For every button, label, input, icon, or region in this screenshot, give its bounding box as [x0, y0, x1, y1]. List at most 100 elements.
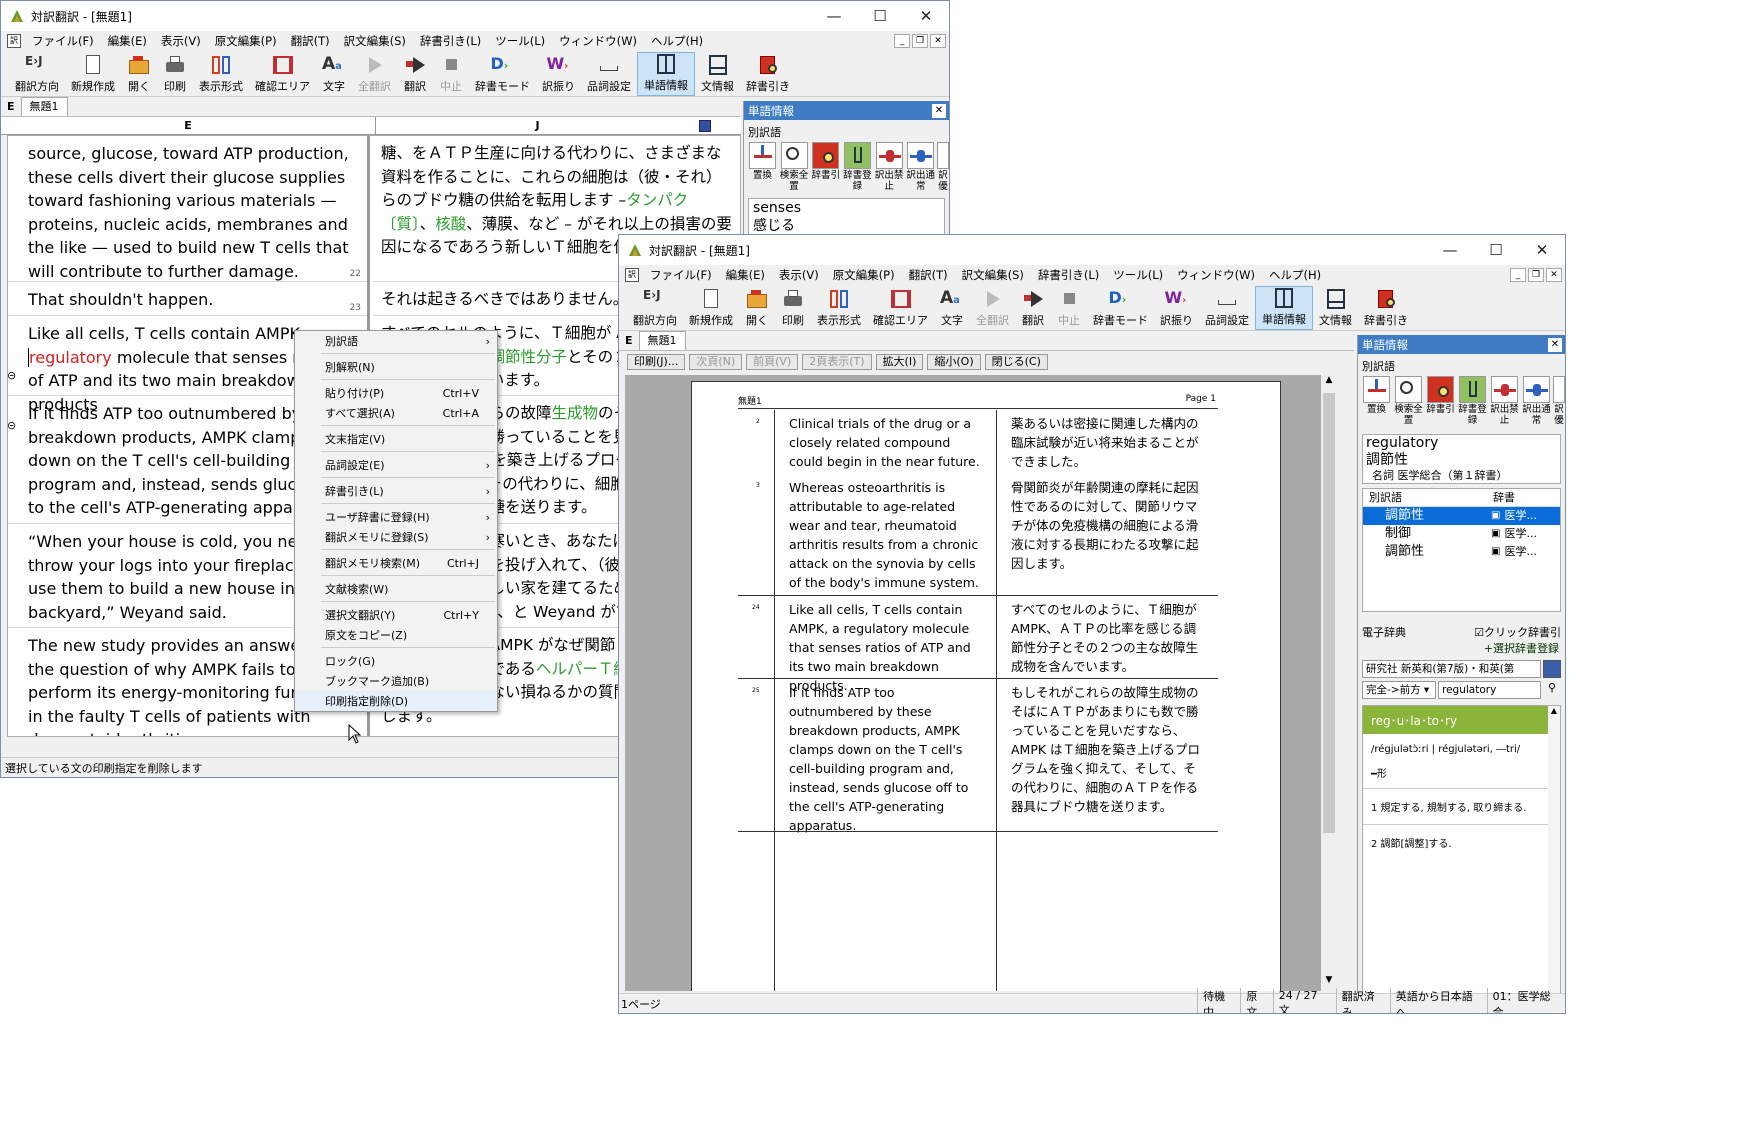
entry-scrollbar[interactable]: ▲ — [1548, 706, 1560, 1000]
new-button[interactable]: 新規作成 — [65, 52, 121, 96]
minimize-icon[interactable]: — — [1427, 241, 1473, 259]
menu-target-edit[interactable]: 訳文編集(S) — [337, 33, 413, 49]
sentence-info-button[interactable]: 文情報 — [1313, 286, 1358, 330]
new-button[interactable]: 新規作成 — [683, 286, 739, 330]
menu-window[interactable]: ウィンドウ(W) — [1170, 267, 1262, 283]
preview-button[interactable]: 拡大(I) — [875, 354, 924, 370]
print-button[interactable]: 印刷 — [775, 286, 811, 330]
dict-register-button[interactable]: 辞書登録 — [842, 142, 873, 192]
sentence-info-button[interactable]: 文情報 — [695, 52, 740, 96]
open-button[interactable]: 開く — [739, 286, 775, 330]
context-menu-item[interactable]: すべて選択(A) Ctrl+A — [295, 403, 497, 423]
tab-untitled[interactable]: 無題1 — [20, 97, 68, 116]
dictionary-mode-button[interactable]: D› 辞書モード — [1087, 286, 1154, 330]
context-menu-item[interactable]: 印刷指定削除(D) — [295, 691, 497, 711]
menu-view[interactable]: 表示(V) — [772, 267, 826, 283]
segment-1-en[interactable]: source, glucose, toward ATP production, … — [8, 136, 367, 282]
menu-file[interactable]: ファイル(F) — [643, 267, 719, 283]
preview-button[interactable]: 次頁(N) — [689, 354, 743, 370]
replace-button[interactable]: 置換 — [747, 142, 778, 192]
sel-register-link[interactable]: +選択辞書登録 — [1358, 640, 1565, 656]
open-button[interactable]: 開く — [121, 52, 157, 96]
print-button[interactable]: 印刷 — [157, 52, 193, 96]
menu-target-edit[interactable]: 訳文編集(S) — [955, 267, 1031, 283]
context-menu-item[interactable]: 文末指定(V) — [295, 429, 497, 449]
translation-direction-button[interactable]: E›J 翻訳方向 — [9, 52, 65, 96]
confirm-area-button[interactable]: 確認エリア — [249, 52, 316, 96]
furigana-button[interactable]: W› 訳振り — [1154, 286, 1199, 330]
match-mode-select[interactable]: 完全->前方 ▾ — [1362, 681, 1436, 699]
menu-dictionary[interactable]: 辞書引き(L) — [413, 33, 488, 49]
mdi-close-icon[interactable]: ✕ — [930, 34, 946, 48]
context-menu-item[interactable]: ロック(G) — [295, 651, 497, 671]
priority-button[interactable]: 訳優 — [937, 142, 949, 192]
preview-button[interactable]: 前頁(V) — [746, 354, 799, 370]
dictionary-mode-button[interactable]: D› 辞書モード — [469, 52, 536, 96]
mdi-restore-icon[interactable]: ❐ — [1528, 268, 1544, 282]
preview-button[interactable]: 2頁表示(T) — [802, 354, 872, 370]
mdi-close-icon[interactable]: ✕ — [1546, 268, 1562, 282]
alt-word-item[interactable]: 感じる — [753, 217, 944, 235]
mode-toggle-icon[interactable] — [699, 120, 711, 132]
confirm-area-button[interactable]: 確認エリア — [867, 286, 934, 330]
pos-setting-button[interactable]: 品詞設定 — [1199, 286, 1255, 330]
panel-close-icon[interactable]: ✕ — [932, 103, 946, 118]
close-icon[interactable]: ✕ — [903, 7, 949, 25]
dict-select[interactable]: 研究社 新英和(第7版)・和英(第 — [1362, 660, 1541, 678]
scroll-up-icon[interactable]: ▲ — [1321, 375, 1337, 391]
mdi-minimize-icon[interactable]: _ — [1510, 268, 1526, 282]
menu-view[interactable]: 表示(V) — [154, 33, 208, 49]
replace-button[interactable]: 置換 — [1361, 376, 1392, 426]
doc-icon[interactable]: 訳 — [7, 34, 21, 48]
binoculars-icon[interactable]: ⚲ — [1543, 681, 1561, 699]
menu-dictionary[interactable]: 辞書引き(L) — [1031, 267, 1106, 283]
menu-file[interactable]: ファイル(F) — [25, 33, 101, 49]
stop-button[interactable]: 中止 — [433, 52, 469, 96]
furigana-button[interactable]: W› 訳振り — [536, 52, 581, 96]
menu-source-edit[interactable]: 原文編集(P) — [826, 267, 902, 283]
font-button[interactable]: Aa 文字 — [934, 286, 970, 330]
menu-edit[interactable]: 編集(E) — [101, 33, 154, 49]
word-info-button[interactable]: 単語情報 — [637, 52, 695, 96]
alt-row-selected[interactable]: 調節性 ▣ 医学... — [1363, 507, 1560, 525]
close-icon[interactable]: ✕ — [1519, 241, 1565, 259]
context-menu-item[interactable]: 貼り付け(P) Ctrl+V — [295, 383, 497, 403]
menu-help[interactable]: ヘルプ(H) — [1262, 267, 1328, 283]
click-lookup-checkbox[interactable]: ☑クリック辞書引 — [1474, 624, 1561, 640]
prohibit-button[interactable]: 訳出禁止 — [1489, 376, 1520, 426]
search-replace-button[interactable]: 検索全置 — [779, 142, 810, 192]
preview-button[interactable]: 印刷(J)... — [627, 354, 686, 370]
word-info-button[interactable]: 単語情報 — [1255, 286, 1313, 330]
tab-untitled[interactable]: 無題1 — [638, 331, 686, 350]
context-menu-item[interactable]: 辞書引き(L) › — [295, 481, 497, 501]
context-menu-item[interactable]: 別訳語 › — [295, 331, 497, 351]
translation-direction-button[interactable]: E›J 翻訳方向 — [627, 286, 683, 330]
alt-row[interactable]: 調節性 ▣ 医学... — [1363, 543, 1560, 561]
translate-all-button[interactable]: 全翻訳 — [352, 52, 397, 96]
menu-window[interactable]: ウィンドウ(W) — [552, 33, 644, 49]
context-menu-item[interactable]: 文献検索(W) — [295, 579, 497, 599]
mdi-minimize-icon[interactable]: _ — [894, 34, 910, 48]
dict-register-button[interactable]: 辞書登録 — [1457, 376, 1488, 426]
query-input[interactable]: regulatory — [1438, 681, 1541, 699]
dict-lookup-button[interactable]: 辞書引き — [740, 52, 796, 96]
display-format-button[interactable]: 表示形式 — [811, 286, 867, 330]
mdi-restore-icon[interactable]: ❐ — [912, 34, 928, 48]
selected-word[interactable]: regulatory — [28, 347, 112, 367]
menu-translate[interactable]: 翻訳(T) — [902, 267, 955, 283]
priority-button[interactable]: 訳優 — [1553, 376, 1565, 426]
context-menu-item[interactable]: ブックマーク追加(B) — [295, 671, 497, 691]
segment-2-en[interactable]: That shouldn't happen. 23 — [8, 282, 367, 316]
prohibit-button[interactable]: 訳出禁止 — [874, 142, 905, 192]
translate-all-button[interactable]: 全翻訳 — [970, 286, 1015, 330]
doc-icon[interactable]: 訳 — [625, 268, 639, 282]
normal-button[interactable]: 訳出通常 — [1521, 376, 1552, 426]
normal-button[interactable]: 訳出通常 — [905, 142, 936, 192]
alt-word-item[interactable]: senses — [753, 199, 944, 217]
lookup-button[interactable]: 辞書引 — [810, 142, 841, 192]
translate-button[interactable]: 翻訳 — [1015, 286, 1051, 330]
pos-setting-button[interactable]: 品詞設定 — [581, 52, 637, 96]
menu-tools[interactable]: ツール(L) — [1106, 267, 1170, 283]
context-menu-item[interactable]: 別解釈(N) — [295, 357, 497, 377]
display-format-button[interactable]: 表示形式 — [193, 52, 249, 96]
